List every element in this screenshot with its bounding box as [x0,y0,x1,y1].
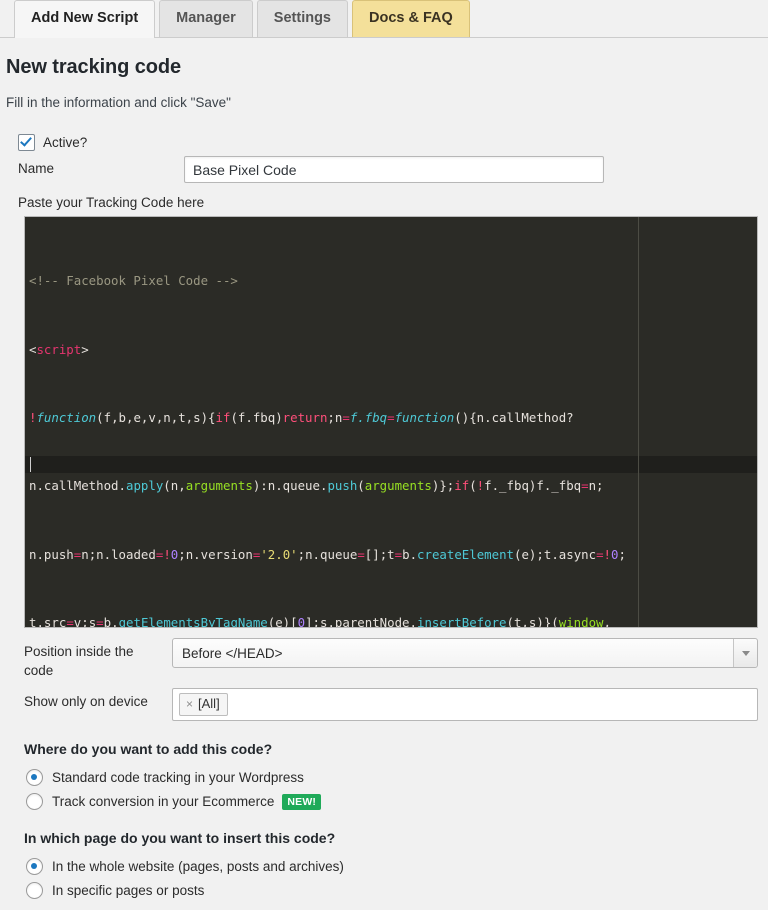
position-label-line2: code [24,661,172,680]
radio-whole-website-label: In the whole website (pages, posts and a… [52,859,344,874]
radio-specific-pages-label: In specific pages or posts [52,883,204,898]
new-badge: NEW! [282,794,321,810]
page-body: New tracking code Fill in the informatio… [0,56,768,899]
radio-whole-website[interactable] [26,858,43,875]
radio-ecommerce-conversion-label: Track conversion in your Ecommerce [52,794,274,809]
code-editor[interactable]: <!-- Facebook Pixel Code --> <script> !f… [24,216,758,628]
editor-caret [30,457,31,472]
code-line: n.push=n;n.loaded=!0;n.version='2.0';n.q… [29,546,757,563]
radio-standard-tracking-label: Standard code tracking in your Wordpress [52,770,304,785]
active-checkbox-label: Active? [43,135,87,150]
page-title: New tracking code [6,56,768,79]
radio-row-specific-pages[interactable]: In specific pages or posts [26,882,768,899]
active-checkbox[interactable] [18,134,35,151]
radio-row-ecommerce-conversion[interactable]: Track conversion in your Ecommerce NEW! [26,793,768,810]
tab-add-new-script[interactable]: Add New Script [14,0,155,37]
close-icon[interactable]: × [186,696,193,712]
page-subtitle: Fill in the information and click "Save" [6,95,768,110]
tab-settings[interactable]: Settings [257,0,348,37]
device-chip-all[interactable]: × [All] [179,693,228,716]
active-checkbox-row: Active? [18,134,768,151]
code-line: t.src=v;s=b.getElementsByTagName(e)[0];s… [29,614,757,628]
radio-standard-tracking[interactable] [26,769,43,786]
device-row: Show only on device × [All] [24,688,758,721]
radio-ecommerce-conversion[interactable] [26,793,43,810]
code-line: !function(f,b,e,v,n,t,s){if(f.fbq)return… [29,409,757,426]
name-label: Name [18,156,184,178]
name-row: Name [6,156,768,183]
position-row: Position inside the code Before </HEAD> [24,638,758,680]
code-editor-content[interactable]: <!-- Facebook Pixel Code --> <script> !f… [25,217,757,627]
lower-form: Position inside the code Before </HEAD> … [6,638,768,721]
position-label: Position inside the code [24,638,172,680]
radio-row-whole-website[interactable]: In the whole website (pages, posts and a… [26,858,768,875]
position-label-line1: Position inside the [24,642,172,661]
editor-active-line [25,456,757,473]
editor-column-ruler [638,217,639,627]
position-select[interactable]: Before </HEAD> [172,638,758,668]
device-chip-label: [All] [198,696,220,712]
code-line: n.callMethod.apply(n,arguments):n.queue.… [29,477,757,494]
name-input[interactable] [184,156,604,183]
position-select-value: Before </HEAD> [173,639,757,668]
radio-row-standard-tracking[interactable]: Standard code tracking in your Wordpress [26,769,768,786]
page-section-heading: In which page do you want to insert this… [24,830,768,846]
code-line: <!-- Facebook Pixel Code --> [29,272,757,289]
tab-bar: Add New ScriptManagerSettingsDocs & FAQ [0,0,768,38]
radio-specific-pages[interactable] [26,882,43,899]
chevron-down-icon[interactable] [733,639,757,667]
tab-docs-and-faq[interactable]: Docs & FAQ [352,0,470,37]
where-section-heading: Where do you want to add this code? [24,741,768,757]
code-line: <script> [29,341,757,358]
tab-manager[interactable]: Manager [159,0,253,37]
device-tag-input[interactable]: × [All] [172,688,758,721]
device-label: Show only on device [24,688,172,711]
tracking-code-form: Active? Name Paste your Tracking Code he… [6,134,768,899]
paste-code-label: Paste your Tracking Code here [18,195,768,210]
